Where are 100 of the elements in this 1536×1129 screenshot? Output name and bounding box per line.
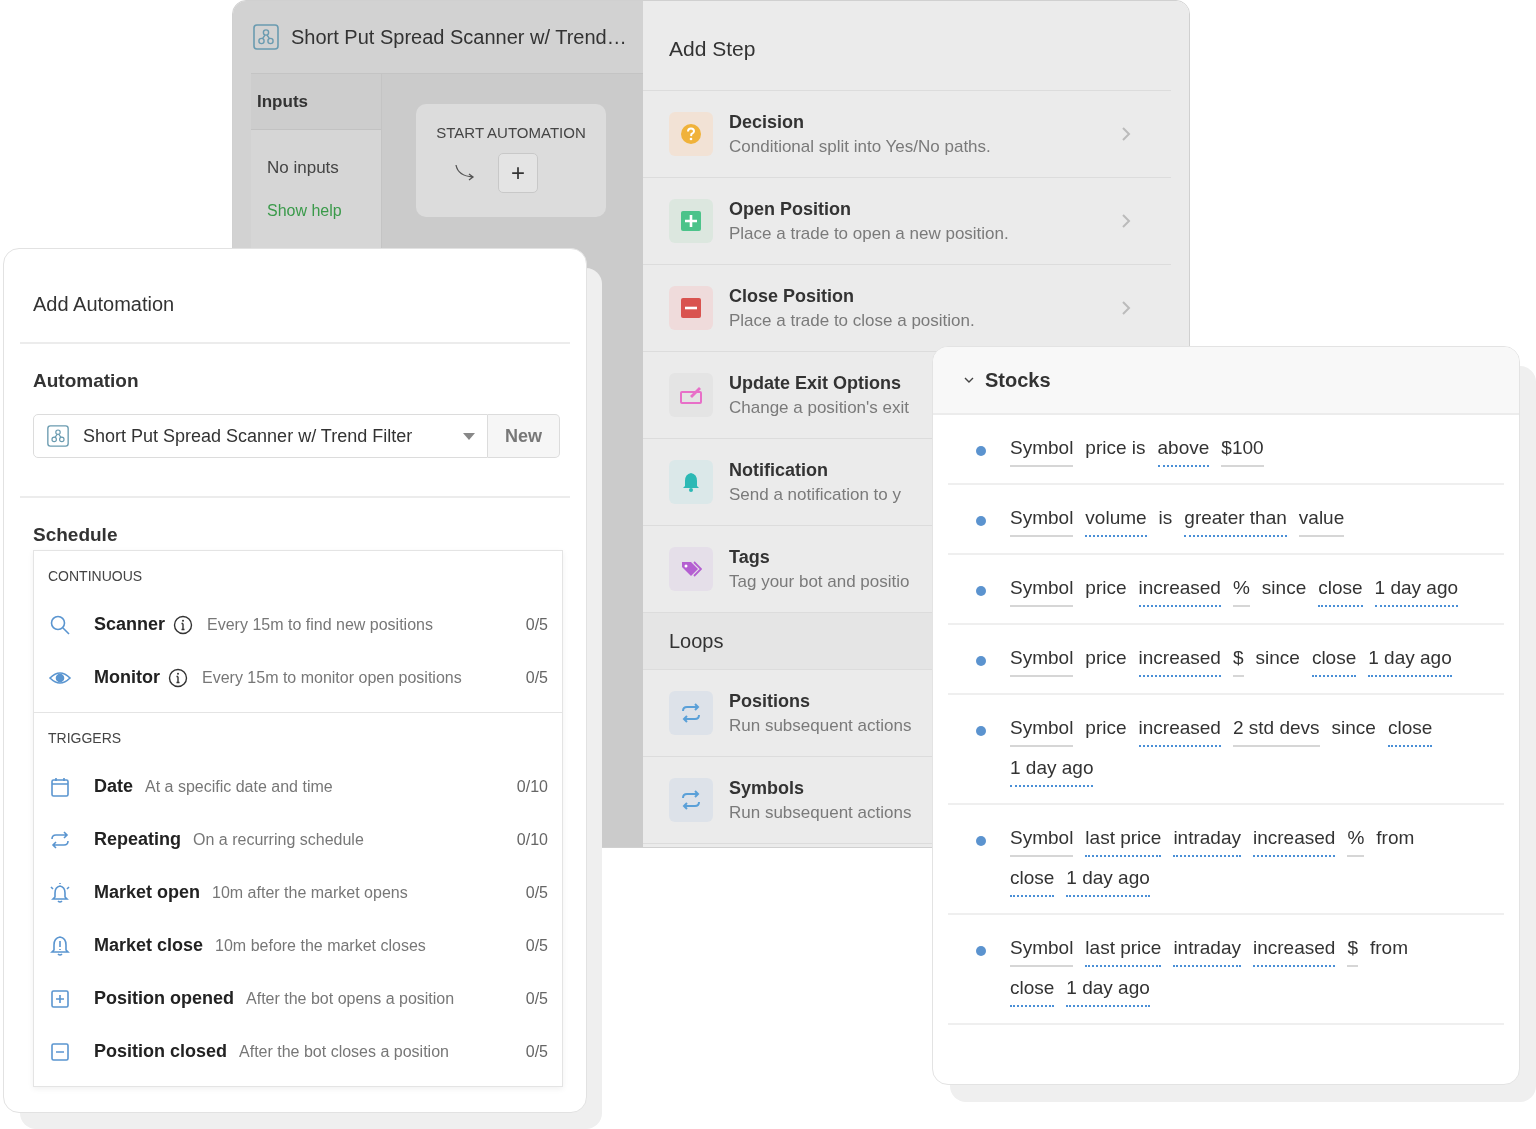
schedule-option[interactable]: Market close 10m before the market closes 0/5 [34, 919, 562, 972]
option-selector[interactable]: intraday [1173, 823, 1241, 857]
value-field[interactable]: $ [1347, 933, 1358, 967]
step-title[interactable]: Notification [729, 459, 828, 481]
option-selector[interactable]: close [1010, 973, 1055, 1007]
search-icon [49, 613, 71, 636]
value-field[interactable]: value [1298, 503, 1345, 537]
option-selector[interactable]: last price [1085, 823, 1162, 857]
option-name: Date [94, 776, 133, 797]
decision-step-icon [669, 112, 713, 156]
value-field[interactable]: $ [1232, 643, 1244, 677]
option-description: After the bot opens a position [246, 989, 456, 1008]
value-field[interactable]: Symbol [1010, 713, 1074, 747]
schedule-option[interactable]: Position opened After the bot opens a position 0/5 [34, 972, 562, 1025]
option-selector[interactable]: 1 day ago [1066, 863, 1150, 897]
value-field[interactable]: 2 std devs [1232, 713, 1320, 747]
add-step-button[interactable]: + [498, 153, 538, 193]
step-description: Send a notification to y [729, 484, 901, 505]
usage-count: 0/5 [525, 883, 548, 902]
option-selector[interactable]: 1 day ago [1066, 973, 1150, 1007]
usage-count: 0/10 [516, 777, 548, 796]
option-name: Market close [94, 935, 204, 956]
usage-count: 0/5 [525, 1042, 548, 1061]
bullet-icon [976, 946, 986, 956]
schedule-option[interactable]: Repeating On a recurring schedule 0/10 [34, 813, 562, 866]
condition-text: since [1331, 716, 1376, 740]
value-field[interactable]: Symbol [1010, 823, 1074, 857]
condition-text: price is [1085, 436, 1146, 460]
automation-dropdown[interactable]: Short Put Spread Scanner w/ Trend Filter [33, 414, 488, 458]
option-selector[interactable]: increased [1253, 933, 1336, 967]
schedule-option[interactable]: Scanner Every 15m to find new positions 0/5 [34, 598, 562, 651]
new-button[interactable]: New [488, 414, 560, 458]
window-title: Short Put Spread Scanner w/ Trend… [291, 25, 627, 49]
step-title[interactable]: Update Exit Options [729, 372, 901, 394]
condition-text: since [1261, 576, 1307, 600]
step-title[interactable]: Close Position [729, 285, 854, 307]
option-name: Position opened [94, 988, 234, 1009]
bullet-icon [976, 586, 986, 596]
schedule-option[interactable]: Monitor Every 15m to monitor open positions 0/5 [34, 651, 562, 704]
option-selector[interactable]: increased [1138, 713, 1221, 747]
stocks-header[interactable]: Stocks [933, 347, 1519, 415]
section-heading: TRIGGERS [47, 729, 123, 748]
bullet-icon [976, 656, 986, 666]
bullet-icon [976, 446, 986, 456]
option-selector[interactable]: intraday [1173, 933, 1241, 967]
step-title[interactable]: Symbols [729, 777, 805, 799]
option-selector[interactable]: close [1318, 573, 1363, 607]
panel-title: Add Step [643, 1, 1171, 91]
option-name: Position closed [94, 1041, 228, 1062]
step-title[interactable]: Tags [729, 546, 770, 568]
schedule-option[interactable]: Market open 10m after the market opens 0/5 [34, 866, 562, 919]
step-title[interactable]: Decision [729, 111, 805, 133]
option-selector[interactable]: volume [1085, 503, 1147, 537]
start-label: START AUTOMATION [436, 124, 586, 141]
empty-text: No inputs [266, 157, 340, 178]
option-selector[interactable]: increased [1253, 823, 1336, 857]
step-description: Run subsequent actions [729, 802, 912, 823]
value-field[interactable]: $100 [1221, 433, 1264, 467]
value-field[interactable]: Symbol [1010, 643, 1074, 677]
step-description: Place a trade to close a position. [729, 310, 975, 331]
step-title[interactable]: Positions [729, 690, 810, 712]
condition-text: from [1376, 826, 1415, 850]
schedule-option[interactable]: Position closed After the bot closes a position 0/5 [34, 1025, 562, 1078]
step-title[interactable]: Open Position [729, 198, 851, 220]
option-selector[interactable]: increased [1138, 573, 1221, 607]
option-selector[interactable]: greater than [1184, 503, 1287, 537]
option-selector[interactable]: close [1387, 713, 1433, 747]
bullet-icon [976, 836, 986, 846]
option-selector[interactable]: 1 day ago [1010, 753, 1094, 787]
curved-arrow-icon [454, 163, 476, 183]
option-description: On a recurring schedule [193, 830, 365, 849]
condition-text: price [1085, 576, 1127, 600]
value-field[interactable]: % [1347, 823, 1365, 857]
field-label: Automation [33, 370, 140, 392]
plus-icon [49, 987, 71, 1010]
value-field[interactable]: Symbol [1010, 573, 1074, 607]
step-description: Change a position's exit [729, 397, 909, 418]
option-selector[interactable]: close [1311, 643, 1357, 677]
option-selector[interactable]: 1 day ago [1368, 643, 1452, 677]
option-selector[interactable]: increased [1138, 643, 1221, 677]
value-field[interactable]: Symbol [1010, 933, 1074, 967]
option-description: At a specific date and time [145, 777, 334, 796]
option-selector[interactable]: last price [1085, 933, 1162, 967]
option-selector[interactable]: above [1157, 433, 1210, 467]
schedule-option[interactable]: Date At a specific date and time 0/10 [34, 760, 562, 813]
repeat-icon [49, 828, 71, 851]
option-selector[interactable]: close [1010, 863, 1055, 897]
value-field[interactable]: Symbol [1010, 433, 1074, 467]
condition-text: price [1085, 646, 1127, 670]
option-description: 10m before the market closes [215, 936, 427, 955]
option-selector[interactable]: 1 day ago [1374, 573, 1459, 607]
option-name: Market open [94, 882, 201, 903]
caret-icon [463, 432, 475, 440]
option-name: Scanner [94, 614, 166, 635]
value-field[interactable]: % [1232, 573, 1250, 607]
step-description: Tag your bot and positio [729, 571, 910, 592]
bell-alert-icon [49, 934, 71, 957]
card-title: Add Automation [20, 249, 570, 344]
value-field[interactable]: Symbol [1010, 503, 1074, 537]
condition-text: is [1158, 506, 1173, 530]
